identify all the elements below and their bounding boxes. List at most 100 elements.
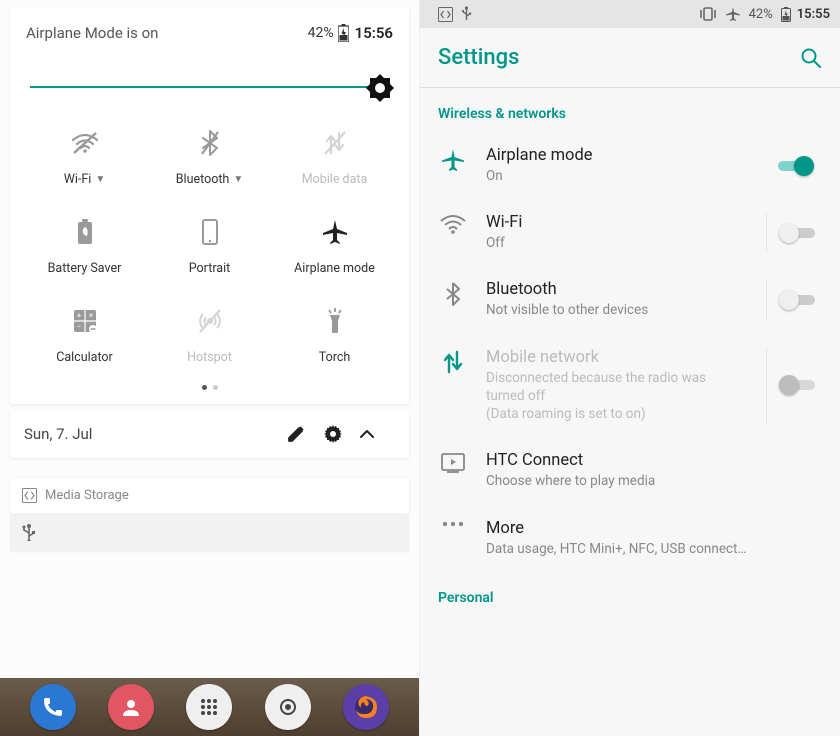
tile-label: Calculator [56, 350, 113, 365]
cast-play-icon [438, 451, 468, 473]
row-sub: Off [486, 234, 748, 252]
appbar-title: Settings [438, 45, 800, 70]
airplane-icon [725, 6, 741, 22]
tile-label: Mobile data [302, 172, 368, 187]
usb-banner[interactable] [10, 515, 409, 551]
svg-text:×: × [88, 311, 92, 320]
bluetooth-icon [438, 280, 468, 306]
quick-settings-card: Airplane Mode is on 42% 15:56 W [10, 8, 409, 404]
notification-media-storage[interactable]: Media Storage [10, 478, 409, 513]
wifi-icon [438, 213, 468, 235]
tile-mobile-data[interactable]: Mobile data [276, 130, 393, 187]
row-title: Airplane mode [486, 146, 748, 165]
page-dot[interactable] [202, 385, 207, 390]
row-htc-connect[interactable]: HTC Connect Choose where to play media [420, 437, 840, 504]
tile-label: Airplane mode [294, 261, 375, 276]
row-title: Mobile network [486, 348, 748, 367]
search-button[interactable] [800, 47, 822, 69]
caret-down-icon: ▼ [233, 174, 243, 185]
settings-button[interactable] [323, 424, 359, 444]
bluetooth-off-icon [200, 130, 220, 156]
phone-icon [42, 696, 64, 718]
row-sub: Choose where to play media [486, 472, 826, 490]
airplane-icon [322, 219, 348, 245]
hotspot-off-icon [197, 308, 223, 334]
app-contacts[interactable] [108, 684, 154, 730]
app-camera[interactable] [265, 684, 311, 730]
tile-bluetooth[interactable]: Bluetooth▼ [151, 130, 268, 187]
row-bluetooth[interactable]: Bluetooth Not visible to other devices [420, 266, 840, 333]
code-brackets-icon [22, 488, 37, 503]
page-dot[interactable] [213, 385, 218, 390]
qs-time: 15:56 [355, 24, 393, 42]
brightness-thumb-icon[interactable] [365, 73, 395, 103]
vibrate-icon [699, 7, 717, 21]
caret-down-icon: ▼ [95, 174, 105, 185]
svg-text:−: − [76, 322, 81, 331]
camera-icon [276, 697, 300, 717]
tile-label: Wi-Fi [64, 172, 92, 187]
tile-torch[interactable]: Torch [276, 308, 393, 365]
appbar: Settings [420, 28, 840, 88]
calculator-icon: + ×− [73, 308, 97, 334]
tile-calculator[interactable]: + ×− Calculator [26, 308, 143, 365]
brightness-slider[interactable] [30, 70, 389, 106]
battery-text: 42% [749, 7, 773, 22]
tile-label: Battery Saver [48, 261, 122, 276]
battery-charging-icon [781, 7, 791, 22]
data-arrows-icon [324, 130, 346, 156]
row-title: Wi-Fi [486, 213, 748, 232]
gear-icon [323, 424, 343, 444]
qs-tiles-grid: Wi-Fi▼ Bluetooth▼ Mobile data [26, 130, 393, 365]
airplane-icon [438, 146, 468, 172]
tile-hotspot[interactable]: Hotspot [151, 308, 268, 365]
pencil-icon [287, 425, 305, 443]
qs-status-title: Airplane Mode is on [26, 24, 308, 42]
row-sub: Disconnected because the radio was turne… [486, 369, 748, 424]
qs-battery-pct: 42% [308, 25, 334, 41]
tile-label: Hotspot [187, 350, 232, 365]
tile-wifi[interactable]: Wi-Fi▼ [26, 130, 143, 187]
row-airplane-mode[interactable]: Airplane mode On [420, 132, 840, 199]
row-more[interactable]: More Data usage, HTC Mini+, NFC, USB con… [420, 505, 840, 572]
svg-text:+: + [76, 311, 81, 320]
section-wireless-networks: Wireless & networks [420, 88, 840, 132]
app-drawer[interactable] [186, 684, 232, 730]
toggle-bluetooth[interactable] [779, 290, 815, 310]
toggle-wifi[interactable] [779, 223, 815, 243]
row-mobile-network[interactable]: Mobile network Disconnected because the … [420, 334, 840, 438]
search-icon [800, 47, 822, 69]
statusbar: 42% 15:55 [420, 0, 840, 28]
person-icon [120, 696, 142, 718]
row-wifi[interactable]: Wi-Fi Off [420, 199, 840, 266]
app-phone[interactable] [30, 684, 76, 730]
chevron-up-icon [359, 429, 375, 439]
torch-icon [325, 308, 345, 334]
code-brackets-icon [438, 7, 453, 22]
apps-grid-icon [198, 696, 220, 718]
tile-battery-saver[interactable]: Battery Saver [26, 219, 143, 276]
more-dots-icon [438, 519, 468, 527]
settings-screen: 42% 15:55 Settings Wireless & networks A… [420, 0, 840, 736]
portrait-icon [202, 219, 218, 245]
edit-button[interactable] [287, 425, 323, 443]
qs-date: Sun, 7. Jul [24, 425, 287, 443]
row-title: More [486, 519, 826, 538]
usb-icon [461, 6, 472, 22]
toggle-airplane[interactable] [778, 156, 814, 176]
section-personal: Personal [420, 572, 840, 616]
firefox-icon [352, 693, 380, 721]
usb-icon [22, 523, 397, 543]
quick-settings-panel: Airplane Mode is on 42% 15:56 W [0, 0, 420, 736]
collapse-button[interactable] [359, 429, 395, 439]
tile-airplane-mode[interactable]: Airplane mode [276, 219, 393, 276]
home-dock [0, 678, 419, 736]
app-firefox[interactable] [343, 684, 389, 730]
wifi-off-icon [71, 130, 99, 156]
battery-leaf-icon [77, 219, 93, 245]
toggle-mobile-network[interactable] [779, 375, 815, 395]
row-title: HTC Connect [486, 451, 826, 470]
battery-charging-icon [338, 24, 349, 42]
tile-portrait[interactable]: Portrait [151, 219, 268, 276]
data-arrows-icon [438, 348, 468, 374]
